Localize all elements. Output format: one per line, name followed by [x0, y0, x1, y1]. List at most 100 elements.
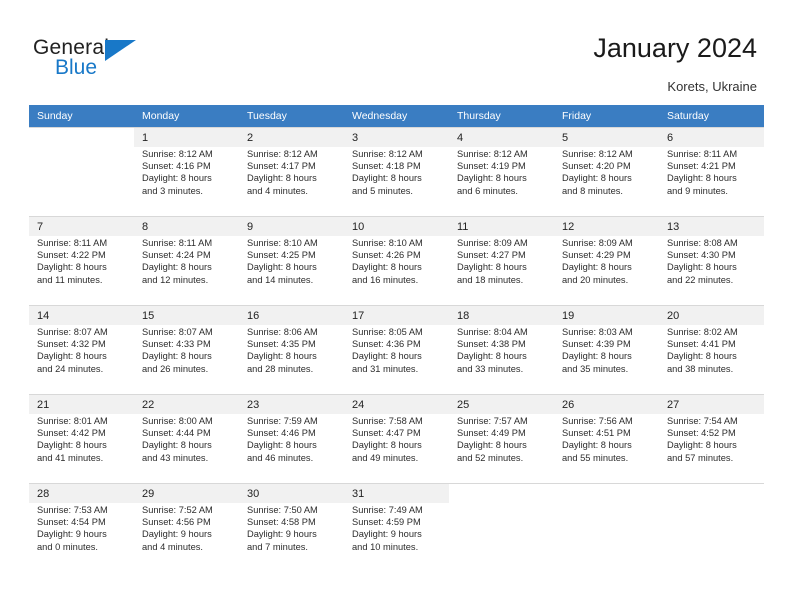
calendar-day-cell[interactable]: 13 Sunrise: 8:08 AM Sunset: 4:30 PM Dayligh…	[659, 216, 764, 305]
calendar-day-cell[interactable]: 11 Sunrise: 8:09 AM Sunset: 4:27 PM Dayligh…	[449, 216, 554, 305]
calendar-day-cell[interactable]: 16 Sunrise: 8:06 AM Sunset: 4:35 PM Dayligh…	[239, 305, 344, 394]
day-sunset-text: Sunset: 4:46 PM	[247, 428, 316, 439]
day-cell-inner: 4 Sunrise: 8:12 AM Sunset: 4:19 PM Daylight…	[449, 127, 554, 216]
calendar-day-cell[interactable]: 15 Sunrise: 8:07 AM Sunset: 4:33 PM Dayligh…	[134, 305, 239, 394]
day-daylight-2-text: and 4 minutes.	[247, 185, 308, 196]
day-number: 9	[239, 217, 344, 236]
day-cell-inner: 27 Sunrise: 7:54 AM Sunset: 4:52 PM Dayligh…	[659, 394, 764, 483]
day-daylight-2-text: and 57 minutes.	[667, 452, 734, 463]
day-daylight-1-text: Daylight: 9 hours	[142, 529, 212, 540]
day-sunset-text: Sunset: 4:24 PM	[142, 250, 211, 261]
day-sunrise-text: Sunrise: 8:07 AM	[142, 327, 213, 337]
day-daylight-2-text: and 4 minutes.	[142, 541, 203, 552]
day-sunrise-text: Sunrise: 8:01 AM	[37, 416, 108, 426]
day-sunset-text: Sunset: 4:56 PM	[142, 517, 211, 528]
calendar-body: 1 Sunrise: 8:12 AM Sunset: 4:16 PM Daylight…	[29, 127, 764, 572]
day-daylight-2-text: and 12 minutes.	[142, 274, 209, 285]
calendar-day-cell[interactable]: 6 Sunrise: 8:11 AM Sunset: 4:21 PM Daylight…	[659, 127, 764, 216]
day-sun-info: Sunrise: 7:50 AM Sunset: 4:58 PM Daylight:…	[239, 503, 344, 553]
day-sunset-text: Sunset: 4:26 PM	[352, 250, 421, 261]
calendar-day-cell[interactable]: 4 Sunrise: 8:12 AM Sunset: 4:19 PM Daylight…	[449, 127, 554, 216]
calendar-day-cell[interactable]: 10 Sunrise: 8:10 AM Sunset: 4:26 PM Dayligh…	[344, 216, 449, 305]
day-daylight-2-text: and 3 minutes.	[142, 185, 203, 196]
day-sunset-text: Sunset: 4:27 PM	[457, 250, 526, 261]
day-sunset-text: Sunset: 4:42 PM	[37, 428, 106, 439]
day-number: 16	[239, 306, 344, 325]
day-sun-info: Sunrise: 8:02 AM Sunset: 4:41 PM Daylight:…	[659, 325, 764, 375]
day-cell-inner: 19 Sunrise: 8:03 AM Sunset: 4:39 PM Dayligh…	[554, 305, 659, 394]
calendar-page: General Blue January 2024 Korets, Ukrain…	[0, 0, 792, 612]
day-cell-inner: 5 Sunrise: 8:12 AM Sunset: 4:20 PM Daylight…	[554, 127, 659, 216]
calendar-day-cell[interactable]: 2 Sunrise: 8:12 AM Sunset: 4:17 PM Daylight…	[239, 127, 344, 216]
day-sun-info: Sunrise: 8:10 AM Sunset: 4:25 PM Daylight:…	[239, 236, 344, 286]
calendar-day-cell[interactable]: 3 Sunrise: 8:12 AM Sunset: 4:18 PM Daylight…	[344, 127, 449, 216]
day-daylight-2-text: and 43 minutes.	[142, 452, 209, 463]
calendar-day-cell[interactable]: 17 Sunrise: 8:05 AM Sunset: 4:36 PM Dayligh…	[344, 305, 449, 394]
day-daylight-2-text: and 52 minutes.	[457, 452, 524, 463]
calendar-day-cell[interactable]: 14 Sunrise: 8:07 AM Sunset: 4:32 PM Dayligh…	[29, 305, 134, 394]
calendar-day-cell[interactable]: 12 Sunrise: 8:09 AM Sunset: 4:29 PM Dayligh…	[554, 216, 659, 305]
day-daylight-2-text: and 11 minutes.	[37, 274, 103, 285]
day-number: 21	[29, 395, 134, 414]
calendar-day-cell[interactable]: 1 Sunrise: 8:12 AM Sunset: 4:16 PM Daylight…	[134, 127, 239, 216]
day-number: 26	[554, 395, 659, 414]
day-daylight-1-text: Daylight: 8 hours	[667, 262, 737, 273]
calendar-day-cell[interactable]: 31 Sunrise: 7:49 AM Sunset: 4:59 PM Dayligh…	[344, 483, 449, 572]
calendar-day-cell[interactable]: 24 Sunrise: 7:58 AM Sunset: 4:47 PM Dayligh…	[344, 394, 449, 483]
day-cell-inner: 24 Sunrise: 7:58 AM Sunset: 4:47 PM Dayligh…	[344, 394, 449, 483]
calendar-day-cell[interactable]: 30 Sunrise: 7:50 AM Sunset: 4:58 PM Dayligh…	[239, 483, 344, 572]
calendar-day-cell[interactable]: 18 Sunrise: 8:04 AM Sunset: 4:38 PM Dayligh…	[449, 305, 554, 394]
calendar-day-cell[interactable]: 29 Sunrise: 7:52 AM Sunset: 4:56 PM Dayligh…	[134, 483, 239, 572]
day-daylight-1-text: Daylight: 8 hours	[562, 173, 632, 184]
day-daylight-2-text: and 7 minutes.	[247, 541, 308, 552]
weekday-header-wednesday: Wednesday	[344, 105, 449, 127]
day-daylight-1-text: Daylight: 8 hours	[352, 173, 422, 184]
calendar-header-row: Sunday Monday Tuesday Wednesday Thursday…	[29, 105, 764, 127]
day-cell-inner: 10 Sunrise: 8:10 AM Sunset: 4:26 PM Dayligh…	[344, 216, 449, 305]
day-sunrise-text: Sunrise: 7:53 AM	[37, 505, 108, 515]
day-cell-inner: 18 Sunrise: 8:04 AM Sunset: 4:38 PM Dayligh…	[449, 305, 554, 394]
day-daylight-2-text: and 35 minutes.	[562, 363, 629, 374]
day-number: 3	[344, 128, 449, 147]
calendar-day-cell[interactable]: 28 Sunrise: 7:53 AM Sunset: 4:54 PM Dayligh…	[29, 483, 134, 572]
day-sunrise-text: Sunrise: 8:05 AM	[352, 327, 423, 337]
day-number: 31	[344, 484, 449, 503]
calendar-day-cell[interactable]: 8 Sunrise: 8:11 AM Sunset: 4:24 PM Daylight…	[134, 216, 239, 305]
month-calendar-table: Sunday Monday Tuesday Wednesday Thursday…	[29, 105, 764, 572]
day-cell-inner: 17 Sunrise: 8:05 AM Sunset: 4:36 PM Dayligh…	[344, 305, 449, 394]
calendar-day-cell[interactable]: 22 Sunrise: 8:00 AM Sunset: 4:44 PM Dayligh…	[134, 394, 239, 483]
day-sun-info: Sunrise: 7:58 AM Sunset: 4:47 PM Daylight:…	[344, 414, 449, 464]
day-number: 19	[554, 306, 659, 325]
day-cell-inner: 21 Sunrise: 8:01 AM Sunset: 4:42 PM Dayligh…	[29, 394, 134, 483]
day-sunrise-text: Sunrise: 7:52 AM	[142, 505, 213, 515]
calendar-day-cell[interactable]: 23 Sunrise: 7:59 AM Sunset: 4:46 PM Dayligh…	[239, 394, 344, 483]
calendar-empty-cell	[659, 483, 764, 572]
day-cell-inner	[29, 127, 134, 216]
day-sunrise-text: Sunrise: 8:02 AM	[667, 327, 738, 337]
day-sun-info: Sunrise: 8:03 AM Sunset: 4:39 PM Daylight:…	[554, 325, 659, 375]
day-daylight-1-text: Daylight: 8 hours	[562, 440, 632, 451]
day-sun-info: Sunrise: 8:08 AM Sunset: 4:30 PM Daylight:…	[659, 236, 764, 286]
day-sun-info: Sunrise: 7:53 AM Sunset: 4:54 PM Daylight:…	[29, 503, 134, 553]
day-sunset-text: Sunset: 4:54 PM	[37, 517, 106, 528]
calendar-day-cell[interactable]: 26 Sunrise: 7:56 AM Sunset: 4:51 PM Dayligh…	[554, 394, 659, 483]
calendar-day-cell[interactable]: 9 Sunrise: 8:10 AM Sunset: 4:25 PM Daylight…	[239, 216, 344, 305]
day-sunset-text: Sunset: 4:21 PM	[667, 161, 736, 172]
day-sunset-text: Sunset: 4:59 PM	[352, 517, 421, 528]
day-sun-info: Sunrise: 7:57 AM Sunset: 4:49 PM Daylight:…	[449, 414, 554, 464]
day-cell-inner: 3 Sunrise: 8:12 AM Sunset: 4:18 PM Daylight…	[344, 127, 449, 216]
calendar-day-cell[interactable]: 5 Sunrise: 8:12 AM Sunset: 4:20 PM Daylight…	[554, 127, 659, 216]
calendar-week-row: 14 Sunrise: 8:07 AM Sunset: 4:32 PM Dayligh…	[29, 305, 764, 394]
calendar-day-cell[interactable]: 7 Sunrise: 8:11 AM Sunset: 4:22 PM Daylight…	[29, 216, 134, 305]
calendar-day-cell[interactable]: 20 Sunrise: 8:02 AM Sunset: 4:41 PM Dayligh…	[659, 305, 764, 394]
day-cell-inner: 11 Sunrise: 8:09 AM Sunset: 4:27 PM Dayligh…	[449, 216, 554, 305]
day-number: 5	[554, 128, 659, 147]
day-sunrise-text: Sunrise: 8:10 AM	[247, 238, 318, 248]
page-header: General Blue January 2024 Korets, Ukrain…	[0, 0, 792, 104]
calendar-day-cell[interactable]: 25 Sunrise: 7:57 AM Sunset: 4:49 PM Dayligh…	[449, 394, 554, 483]
day-sun-info: Sunrise: 7:59 AM Sunset: 4:46 PM Daylight:…	[239, 414, 344, 464]
calendar-day-cell[interactable]: 19 Sunrise: 8:03 AM Sunset: 4:39 PM Dayligh…	[554, 305, 659, 394]
calendar-day-cell[interactable]: 21 Sunrise: 8:01 AM Sunset: 4:42 PM Dayligh…	[29, 394, 134, 483]
day-number: 18	[449, 306, 554, 325]
calendar-day-cell[interactable]: 27 Sunrise: 7:54 AM Sunset: 4:52 PM Dayligh…	[659, 394, 764, 483]
